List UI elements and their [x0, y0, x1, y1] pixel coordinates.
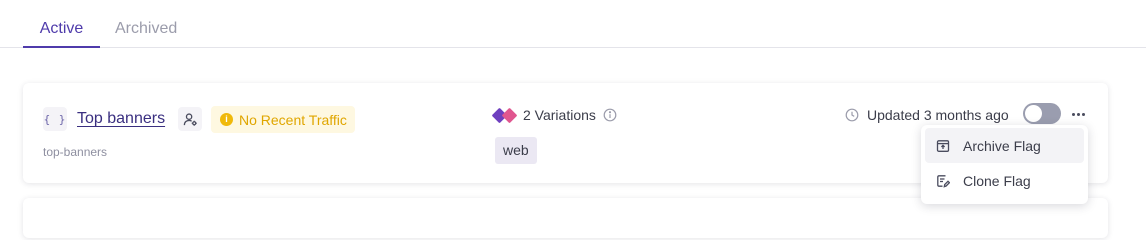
clock-icon — [845, 108, 859, 122]
tag-web[interactable]: web — [495, 137, 537, 164]
flag-name-link[interactable]: Top banners — [77, 109, 165, 129]
info-icon: i — [220, 113, 233, 126]
menu-item-archive-flag[interactable]: Archive Flag — [925, 128, 1084, 163]
menu-item-label: Archive Flag — [963, 137, 1041, 154]
toggle-knob — [1025, 105, 1042, 122]
updated-label: Updated 3 months ago — [867, 107, 1009, 123]
updated-info: Updated 3 months ago — [845, 105, 1009, 125]
user-settings-icon[interactable] — [178, 107, 202, 131]
variations-summary: 2 Variations — [491, 105, 617, 125]
json-braces-icon: { } — [43, 107, 67, 131]
flag-card-next[interactable] — [23, 198, 1108, 238]
variation-swatch-2 — [501, 107, 518, 123]
menu-item-clone-flag[interactable]: Clone Flag — [925, 163, 1084, 198]
menu-item-label: Clone Flag — [963, 172, 1031, 189]
variations-label: 2 Variations — [523, 107, 596, 123]
traffic-status-badge: i No Recent Traffic — [211, 106, 355, 133]
tab-active[interactable]: Active — [23, 19, 100, 48]
flags-page: Active Archived { } Top banners i No Rec… — [0, 0, 1146, 238]
flag-key: top-banners — [43, 145, 108, 159]
tab-archived[interactable]: Archived — [115, 19, 177, 47]
clone-icon — [936, 174, 950, 188]
archive-icon — [936, 139, 950, 153]
more-options-icon[interactable] — [1067, 104, 1089, 124]
flag-actions-menu: Archive Flag Clone Flag — [921, 125, 1088, 204]
traffic-status-label: No Recent Traffic — [239, 111, 347, 128]
flag-toggle[interactable] — [1023, 103, 1061, 124]
info-circle-icon[interactable] — [603, 108, 617, 122]
tab-bar: Active Archived — [0, 0, 1146, 48]
